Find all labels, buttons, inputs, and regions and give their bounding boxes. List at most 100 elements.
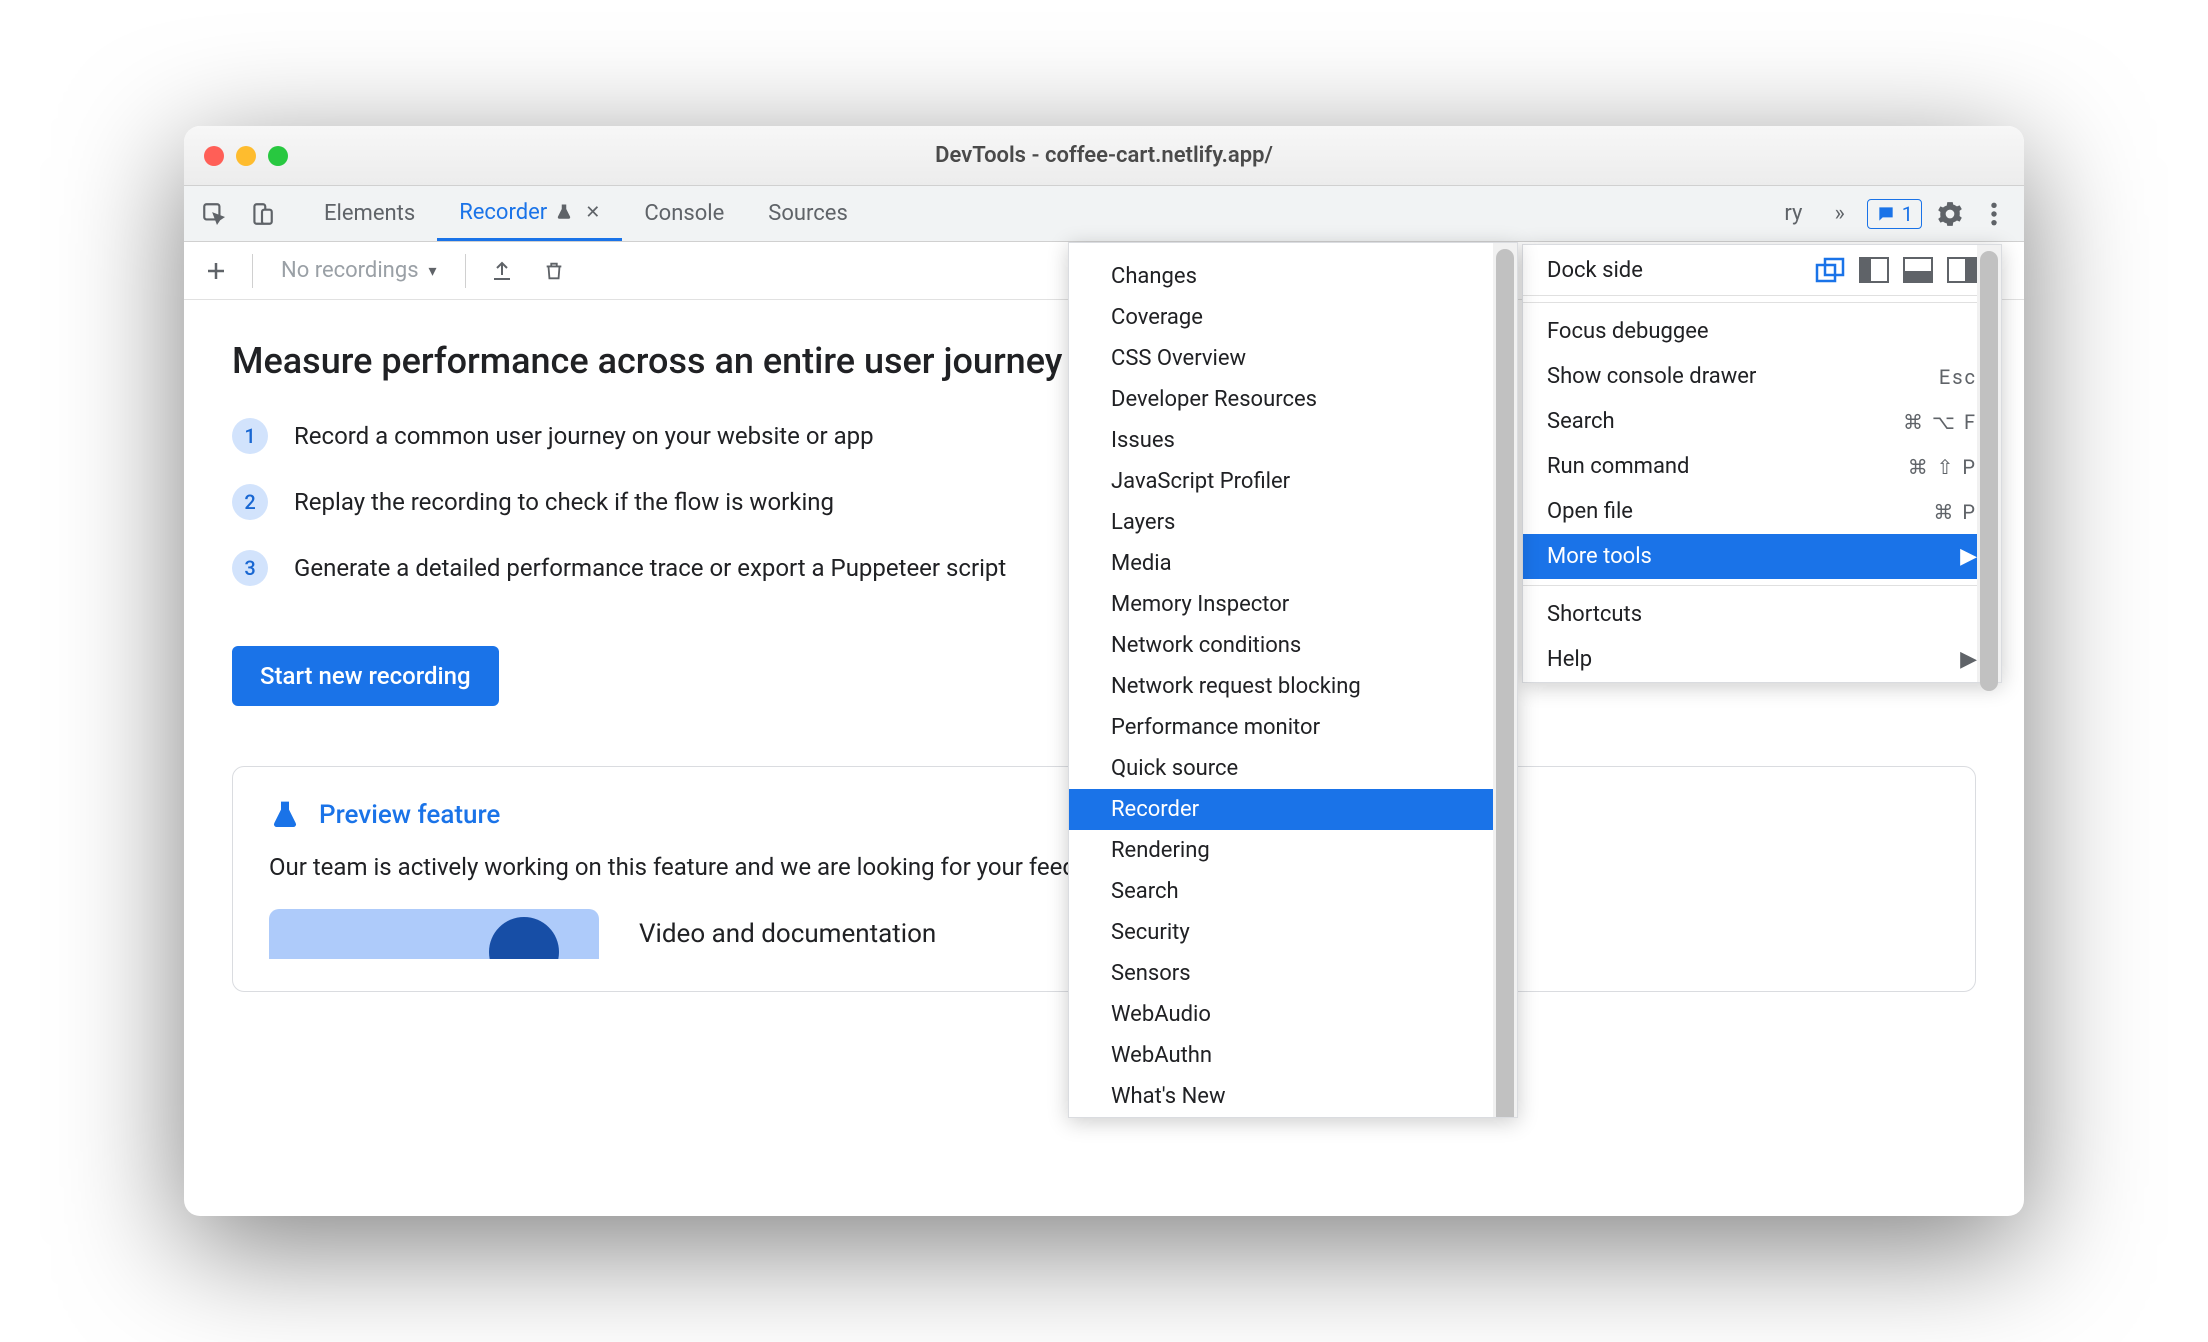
- menu-label: Layers: [1111, 510, 1175, 535]
- menu-label: Changes: [1111, 264, 1197, 289]
- more-tools-submenu: Animations Changes Coverage CSS Overview Dev…: [1068, 242, 1518, 1118]
- menu-search[interactable]: Search⌘ ⌥ F: [1523, 399, 2001, 444]
- more-tools-item[interactable]: Memory Inspector: [1069, 584, 1517, 625]
- more-tools-item[interactable]: Quick source: [1069, 748, 1517, 789]
- menu-separator: [1523, 302, 2001, 303]
- more-tabs-icon[interactable]: »: [1824, 201, 1854, 226]
- start-recording-button[interactable]: Start new recording: [232, 646, 499, 706]
- more-tools-item[interactable]: JavaScript Profiler: [1069, 461, 1517, 502]
- menu-shortcuts[interactable]: Shortcuts: [1523, 592, 2001, 637]
- step-number: 2: [232, 484, 268, 520]
- menu-label: Memory Inspector: [1111, 592, 1289, 617]
- more-tools-item[interactable]: Issues: [1069, 420, 1517, 461]
- tab-label: Elements: [324, 201, 415, 226]
- titlebar: DevTools - coffee-cart.netlify.app/: [184, 126, 2024, 186]
- menu-label: What's New: [1111, 1084, 1226, 1109]
- dock-right-icon[interactable]: [1947, 257, 1977, 283]
- menu-label: Network request blocking: [1111, 674, 1361, 699]
- tab-sources[interactable]: Sources: [746, 186, 870, 241]
- menu-label: Open file: [1547, 499, 1633, 524]
- dock-undock-icon[interactable]: [1815, 257, 1845, 283]
- more-tools-item[interactable]: Changes: [1069, 256, 1517, 297]
- add-recording-icon[interactable]: [200, 255, 232, 287]
- tab-elements[interactable]: Elements: [302, 186, 437, 241]
- tab-console[interactable]: Console: [622, 186, 746, 241]
- issues-count: 1: [1902, 202, 1913, 226]
- menu-show-console-drawer[interactable]: Show console drawer Esc: [1523, 354, 2001, 399]
- export-icon[interactable]: [486, 255, 518, 287]
- tab-label: Sources: [768, 201, 848, 226]
- close-tab-icon[interactable]: ✕: [585, 202, 600, 223]
- message-icon: [1876, 204, 1896, 224]
- more-tools-item[interactable]: Network request blocking: [1069, 666, 1517, 707]
- tab-label: Recorder: [459, 200, 547, 225]
- maximize-window-button[interactable]: [268, 146, 288, 166]
- menu-shortcut: Esc: [1939, 365, 1977, 389]
- recordings-dropdown[interactable]: No recordings ▾: [273, 258, 445, 283]
- more-tools-item[interactable]: Sensors: [1069, 953, 1517, 994]
- more-tools-item[interactable]: Coverage: [1069, 297, 1517, 338]
- more-tools-item[interactable]: What's New: [1069, 1076, 1517, 1117]
- menu-label: Developer Resources: [1111, 387, 1317, 412]
- menu-label: Media: [1111, 551, 1172, 576]
- menu-label: Rendering: [1111, 838, 1210, 863]
- more-tools-item[interactable]: Rendering: [1069, 830, 1517, 871]
- dock-left-icon[interactable]: [1859, 257, 1889, 283]
- menu-label: WebAudio: [1111, 1002, 1211, 1027]
- dropdown-label: No recordings: [281, 258, 419, 283]
- dock-side-row: Dock side: [1523, 245, 2001, 296]
- menu-shortcut: ⌘ ⇧ P: [1908, 455, 1977, 479]
- menu-help[interactable]: Help▶: [1523, 637, 2001, 682]
- more-tools-item[interactable]: WebAuthn: [1069, 1035, 1517, 1076]
- window-title: DevTools - coffee-cart.netlify.app/: [935, 143, 1273, 168]
- dock-side-label: Dock side: [1547, 258, 1643, 283]
- menu-label: Sensors: [1111, 961, 1191, 986]
- menu-label: More tools: [1547, 544, 1652, 569]
- chevron-down-icon: ▾: [429, 261, 437, 280]
- menu-label: Network conditions: [1111, 633, 1301, 658]
- menu-separator: [1523, 585, 2001, 586]
- panel-tabs: Elements Recorder ✕ Console Sources: [302, 186, 870, 241]
- devtools-topbar: Elements Recorder ✕ Console Sources ry »…: [184, 186, 2024, 242]
- menu-open-file[interactable]: Open file⌘ P: [1523, 489, 2001, 534]
- more-tools-item[interactable]: Performance monitor: [1069, 707, 1517, 748]
- menu-label: Show console drawer: [1547, 364, 1756, 389]
- more-tools-item[interactable]: WebAudio: [1069, 994, 1517, 1035]
- section-title: Video and documentation: [639, 919, 936, 949]
- inspect-element-icon[interactable]: [198, 198, 230, 230]
- step-text: Generate a detailed performance trace or…: [294, 554, 1006, 582]
- more-tools-item[interactable]: Layers: [1069, 502, 1517, 543]
- menu-more-tools[interactable]: More tools▶: [1523, 534, 2001, 579]
- issues-indicator[interactable]: 1: [1867, 199, 1922, 229]
- menu-label: Security: [1111, 920, 1190, 945]
- more-tools-item[interactable]: Search: [1069, 871, 1517, 912]
- menu-label: Issues: [1111, 428, 1175, 453]
- delete-icon[interactable]: [538, 255, 570, 287]
- more-tools-item[interactable]: Recorder: [1069, 789, 1517, 830]
- more-tools-item[interactable]: Media: [1069, 543, 1517, 584]
- menu-focus-debuggee[interactable]: Focus debuggee: [1523, 309, 2001, 354]
- video-thumbnail[interactable]: [269, 909, 599, 959]
- tab-label: Console: [644, 201, 724, 226]
- settings-icon[interactable]: [1934, 198, 1966, 230]
- scrollbar[interactable]: [1977, 245, 2001, 682]
- device-toolbar-icon[interactable]: [246, 198, 278, 230]
- more-tools-item[interactable]: Developer Resources: [1069, 379, 1517, 420]
- minimize-window-button[interactable]: [236, 146, 256, 166]
- more-tools-item[interactable]: CSS Overview: [1069, 338, 1517, 379]
- menu-label: Recorder: [1111, 797, 1199, 822]
- tab-partial[interactable]: ry: [1766, 201, 1812, 226]
- more-tools-item[interactable]: Security: [1069, 912, 1517, 953]
- kebab-menu-icon[interactable]: [1978, 198, 2010, 230]
- more-tools-item[interactable]: Network conditions: [1069, 625, 1517, 666]
- menu-run-command[interactable]: Run command⌘ ⇧ P: [1523, 444, 2001, 489]
- more-tools-item[interactable]: Animations: [1069, 242, 1517, 256]
- dock-bottom-icon[interactable]: [1903, 257, 1933, 283]
- menu-label: Focus debuggee: [1547, 319, 1709, 344]
- submenu-arrow-icon: ▶: [1960, 647, 1977, 672]
- tab-recorder[interactable]: Recorder ✕: [437, 186, 622, 241]
- scrollbar[interactable]: [1493, 243, 1517, 1117]
- menu-label: CSS Overview: [1111, 346, 1246, 371]
- preview-title: Preview feature: [319, 800, 500, 830]
- close-window-button[interactable]: [204, 146, 224, 166]
